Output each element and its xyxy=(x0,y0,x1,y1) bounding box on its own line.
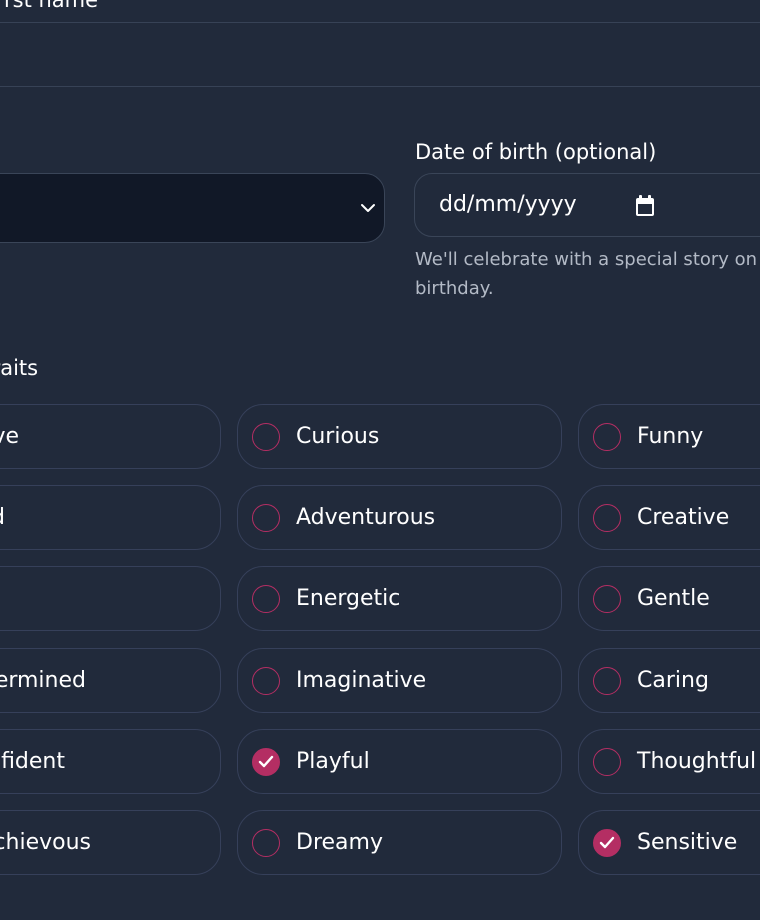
trait-label: chievous xyxy=(0,830,91,855)
trait-label: d xyxy=(0,503,5,533)
check-icon xyxy=(599,836,615,849)
trait-checkbox[interactable] xyxy=(252,423,280,451)
trait-option[interactable] xyxy=(0,566,221,631)
trait-label: Playful xyxy=(296,749,370,774)
trait-option[interactable]: Playful xyxy=(237,729,562,794)
trait-option[interactable]: Funny xyxy=(578,404,760,469)
trait-checkbox[interactable] xyxy=(252,667,280,695)
trait-label: ermined xyxy=(0,668,86,693)
personality-traits-label: ty traits xyxy=(0,356,39,380)
trait-option[interactable]: Energetic xyxy=(237,566,562,631)
trait-label: Caring xyxy=(637,668,709,693)
check-icon xyxy=(258,755,274,768)
trait-checkbox[interactable] xyxy=(593,667,621,695)
trait-option[interactable]: Imaginative xyxy=(237,648,562,713)
trait-label: fident xyxy=(1,749,65,774)
trait-option[interactable]: Gentle xyxy=(578,566,760,631)
trait-label: Dreamy xyxy=(296,830,383,855)
trait-checkbox[interactable] xyxy=(593,423,621,451)
trait-checkbox[interactable] xyxy=(593,585,621,613)
trait-option[interactable]: ve xyxy=(0,404,221,469)
trait-label: Energetic xyxy=(296,586,401,611)
trait-label: Funny xyxy=(637,424,704,449)
trait-checkbox[interactable] xyxy=(593,748,621,776)
trait-option[interactable]: d xyxy=(0,485,221,550)
trait-label: Imaginative xyxy=(296,668,427,693)
first-name-label: rst name xyxy=(4,0,99,12)
trait-option[interactable]: Thoughtful xyxy=(578,729,760,794)
trait-label: Gentle xyxy=(637,586,710,611)
trait-checkbox[interactable] xyxy=(252,829,280,857)
trait-option[interactable]: chievous xyxy=(0,810,221,875)
trait-option[interactable]: Dreamy xyxy=(237,810,562,875)
trait-label: Adventurous xyxy=(296,505,436,530)
trait-label: Curious xyxy=(296,424,380,449)
trait-checkbox-checked[interactable] xyxy=(593,829,621,857)
trait-option[interactable]: Curious xyxy=(237,404,562,469)
trait-option[interactable]: Creative xyxy=(578,485,760,550)
trait-label: Sensitive xyxy=(637,830,738,855)
dob-label: Date of birth (optional) xyxy=(415,140,657,164)
trait-checkbox-checked[interactable] xyxy=(252,748,280,776)
trait-checkbox[interactable] xyxy=(593,504,621,532)
trait-option[interactable]: fident xyxy=(0,729,221,794)
calendar-icon[interactable] xyxy=(635,195,655,217)
trait-option[interactable]: Adventurous xyxy=(237,485,562,550)
dob-help-text: We'll celebrate with a special story on … xyxy=(415,249,760,299)
trait-option[interactable]: Caring xyxy=(578,648,760,713)
trait-label: Thoughtful xyxy=(637,749,757,774)
child-profile-form: rst name Date of birth (optional) dd/mm/… xyxy=(0,0,760,920)
dob-placeholder: dd/mm/yyyy xyxy=(439,192,577,217)
first-name-field-bottom-border[interactable] xyxy=(0,86,760,87)
trait-checkbox[interactable] xyxy=(252,504,280,532)
trait-checkbox[interactable] xyxy=(252,585,280,613)
trait-option[interactable]: Sensitive xyxy=(578,810,760,875)
trait-label: Creative xyxy=(637,505,730,530)
first-name-field-top-border xyxy=(0,22,760,23)
chevron-down-icon xyxy=(361,204,375,212)
trait-option[interactable]: ermined xyxy=(0,648,221,713)
select-field[interactable] xyxy=(0,173,385,243)
dob-input[interactable]: dd/mm/yyyy xyxy=(414,173,760,237)
trait-label: ve xyxy=(0,424,19,449)
